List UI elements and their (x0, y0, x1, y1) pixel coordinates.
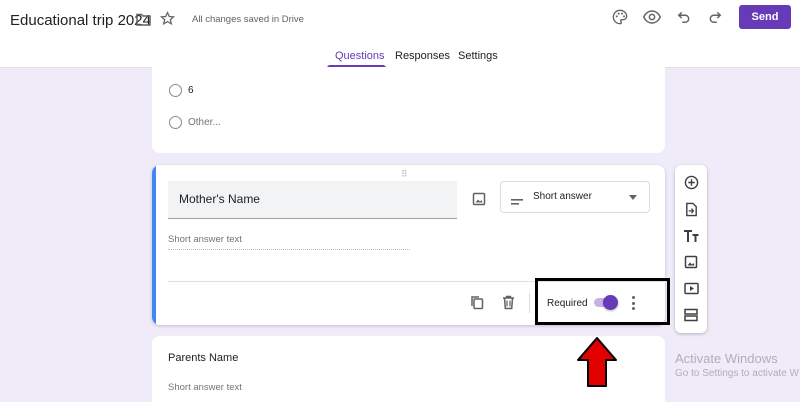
send-button[interactable]: Send (739, 5, 791, 29)
answer-placeholder: Short answer text (168, 234, 410, 250)
question-title-input[interactable]: Mother's Name (168, 181, 457, 219)
delete-icon[interactable] (499, 293, 517, 311)
annotation-highlight-box (535, 278, 670, 325)
tab-settings[interactable]: Settings (458, 50, 498, 62)
other-option-label[interactable]: Other... (188, 117, 221, 128)
answer-placeholder: Short answer text (168, 382, 242, 393)
duplicate-icon[interactable] (468, 293, 486, 311)
add-title-icon[interactable] (682, 227, 700, 245)
save-status: All changes saved in Drive (192, 14, 304, 25)
undo-icon[interactable] (676, 9, 692, 25)
drag-handle-icon[interactable]: ⠿ (401, 169, 408, 180)
active-card-accent (152, 165, 156, 325)
footer-vertical-divider (529, 293, 530, 313)
activation-watermark: Activate Windows Go to Settings to activ… (675, 351, 799, 379)
import-questions-icon[interactable] (682, 200, 700, 218)
add-image-icon[interactable] (468, 188, 490, 210)
question-title[interactable]: Parents Name (168, 352, 238, 364)
tab-questions[interactable]: Questions (335, 50, 385, 62)
floating-toolbar (675, 165, 707, 333)
palette-icon[interactable] (611, 8, 629, 26)
add-image-icon[interactable] (682, 253, 700, 271)
chevron-down-icon (629, 195, 637, 200)
question-type-label: Short answer (533, 191, 592, 202)
question-type-dropdown[interactable]: Short answer (500, 181, 650, 213)
add-question-icon[interactable] (682, 173, 700, 191)
watermark-line1: Activate Windows (675, 351, 778, 366)
previous-question-card[interactable] (152, 67, 665, 153)
redo-icon[interactable] (707, 9, 723, 25)
eye-icon[interactable] (642, 8, 662, 26)
add-section-icon[interactable] (682, 306, 700, 324)
annotation-arrow (577, 337, 617, 387)
short-answer-icon (511, 193, 523, 211)
option-label[interactable]: 6 (188, 85, 194, 96)
folder-icon[interactable] (135, 11, 151, 27)
tab-responses[interactable]: Responses (395, 50, 450, 62)
watermark-line2: Go to Settings to activate W (675, 368, 799, 379)
other-option-radio[interactable] (169, 116, 182, 129)
add-video-icon[interactable] (682, 279, 700, 297)
option-radio[interactable] (169, 84, 182, 97)
star-icon[interactable] (159, 10, 175, 26)
form-title[interactable]: Educational trip 2024 (10, 12, 151, 29)
